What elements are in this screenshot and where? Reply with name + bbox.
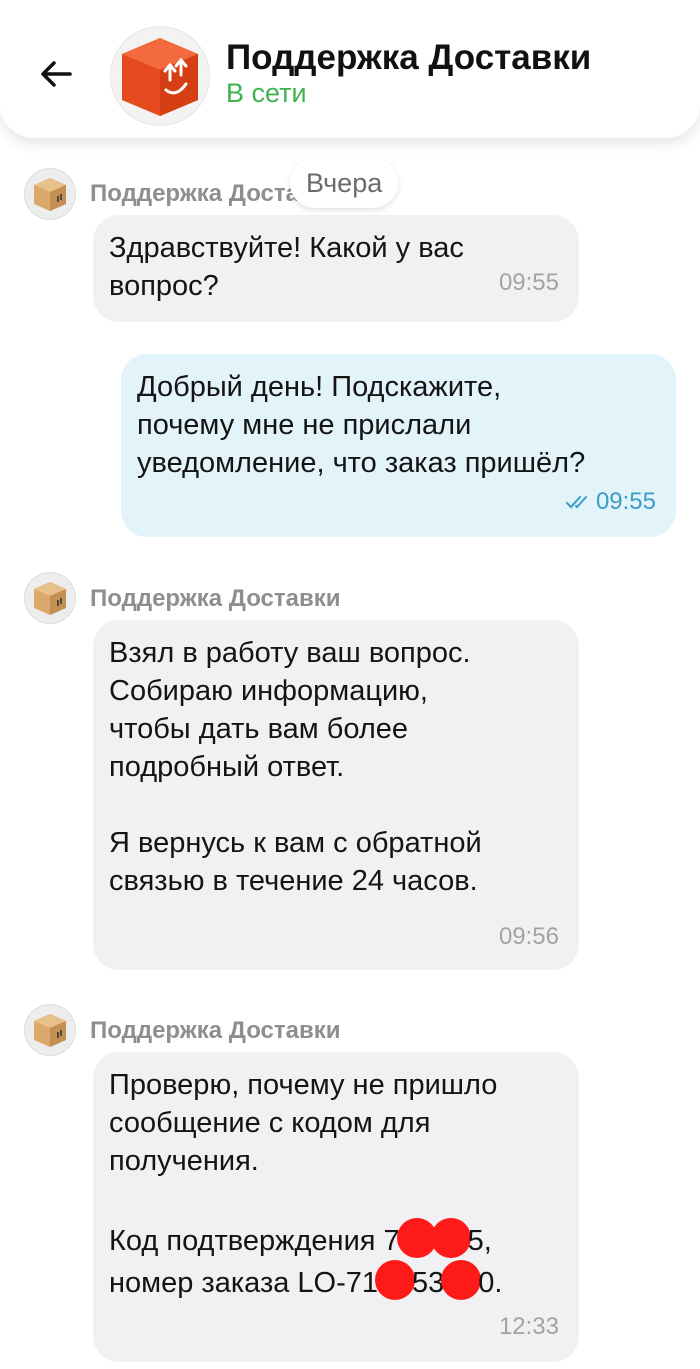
message-text: Проверю, почему не пришло сообщение с ко…: [109, 1069, 498, 1177]
message-time: 09:55: [595, 488, 656, 515]
redaction-mark: [430, 1218, 471, 1258]
arrow-left-icon: [41, 61, 72, 87]
message-time: 12:33: [498, 1313, 559, 1340]
message-text: Взял в работу ваш вопрос. Собираю информ…: [109, 637, 482, 897]
order-end: 0.: [478, 1267, 503, 1299]
chat-header: Поддержка Доставки В сети: [0, 0, 700, 138]
message-text: Добрый день! Подскажите, почему мне не п…: [137, 371, 586, 479]
chat-title: Поддержка Доставки: [226, 38, 592, 77]
sender-avatar[interactable]: [24, 572, 76, 624]
message-bubble-incoming[interactable]: Здравствуйте! Какой у вас вопрос? 09:55: [93, 215, 579, 322]
package-box-icon: [122, 38, 198, 116]
sender-name: Поддержка Доставки: [90, 585, 341, 612]
message-bubble-incoming[interactable]: Проверю, почему не пришло сообщение с ко…: [93, 1052, 579, 1362]
double-check-icon: [565, 496, 587, 509]
message-time-status: 09:55: [565, 483, 656, 521]
code-label: Код подтверждения 7: [109, 1225, 400, 1257]
redaction-mark: [441, 1260, 482, 1300]
order-mid: 53: [412, 1267, 445, 1299]
message-time: 09:55: [498, 269, 559, 296]
support-avatar[interactable]: [110, 26, 210, 126]
redaction-mark: [375, 1260, 416, 1300]
message-time: 09:56: [498, 923, 559, 950]
code-end: 5,: [467, 1225, 492, 1257]
order-label: номер заказа LO-71: [109, 1267, 379, 1299]
confirmation-code-line: Код подтверждения 7 5,: [109, 1218, 563, 1260]
box-icon: [34, 178, 66, 211]
message-bubble-incoming[interactable]: Взял в работу ваш вопрос. Собираю информ…: [93, 620, 579, 970]
online-status: В сети: [226, 78, 307, 108]
sender-avatar[interactable]: [24, 168, 76, 220]
message-text: Здравствуйте! Какой у вас вопрос?: [109, 232, 464, 302]
sender-avatar[interactable]: [24, 1004, 76, 1056]
sender-name: Поддержка Доставки: [90, 1017, 341, 1044]
back-button[interactable]: [32, 50, 80, 98]
date-separator: Вчера: [290, 158, 399, 208]
message-bubble-outgoing[interactable]: Добрый день! Подскажите, почему мне не п…: [121, 354, 676, 537]
order-number-line: номер заказа LO-71 53 0.: [109, 1260, 563, 1302]
box-icon: [34, 1014, 66, 1047]
box-icon: [34, 582, 66, 615]
